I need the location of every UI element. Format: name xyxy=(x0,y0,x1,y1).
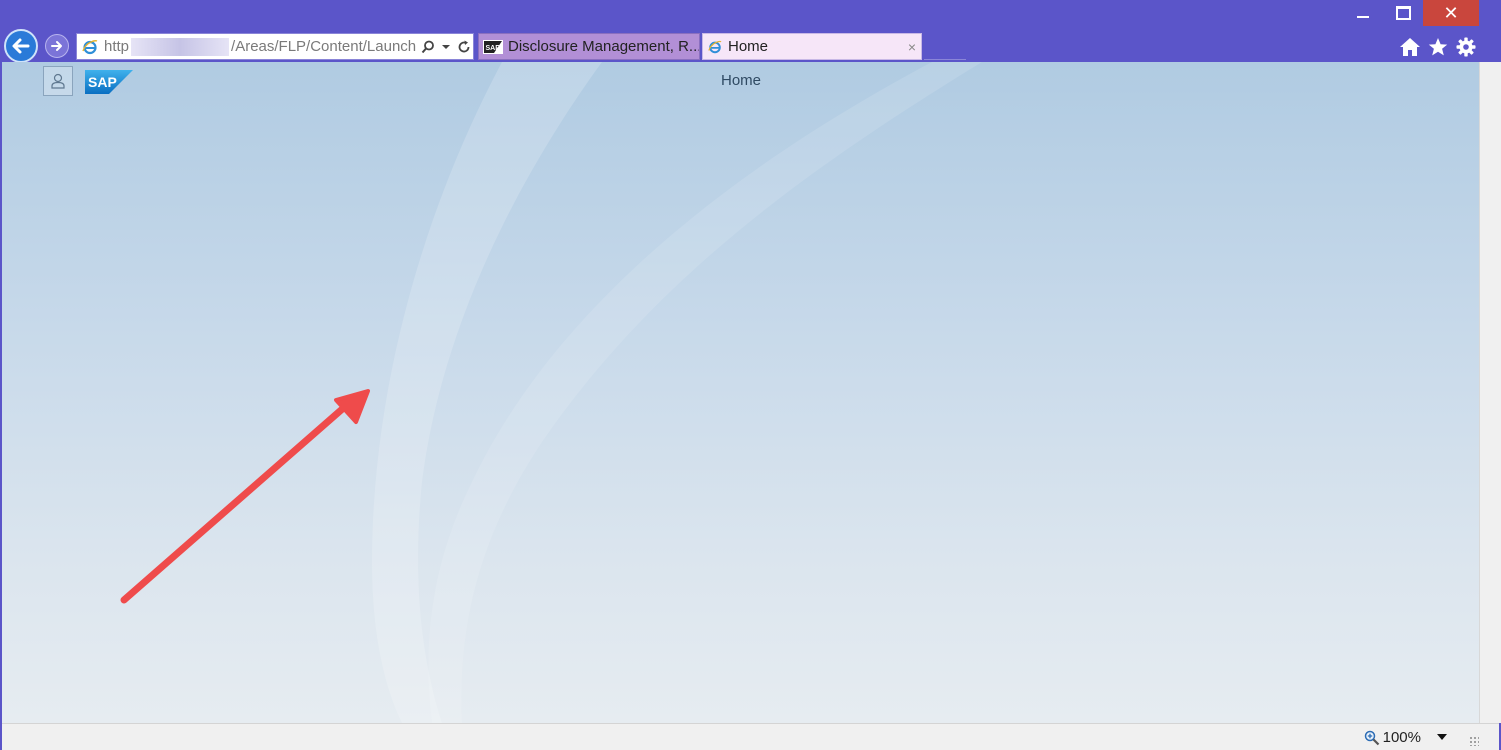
ie-icon xyxy=(82,39,98,54)
window-controls: ✕ xyxy=(1343,0,1479,26)
tab-disclosure-management[interactable]: SAP Disclosure Management, R... xyxy=(478,33,700,60)
scrollbar-track[interactable] xyxy=(1479,62,1501,723)
sap-logo-text: SAP xyxy=(88,74,117,90)
url-end: /Areas/FLP/Content/Launch xyxy=(231,38,417,55)
browser-toolbar xyxy=(1399,36,1477,58)
maximize-button[interactable] xyxy=(1383,0,1423,26)
zoom-control[interactable]: 100% xyxy=(1364,729,1421,746)
ie-favicon-icon xyxy=(708,40,722,53)
browser-chrome: ✕ http /Areas/FLP/Content/Launch SAP Dis… xyxy=(0,0,1501,63)
close-icon: ✕ xyxy=(1443,2,1459,23)
back-button[interactable] xyxy=(4,29,38,63)
arrow-left-icon xyxy=(12,38,30,54)
tab-label: Disclosure Management, R... xyxy=(508,38,699,55)
new-tab-button[interactable] xyxy=(924,33,966,60)
page-viewport: SAP Home xyxy=(2,62,1479,723)
refresh-icon[interactable] xyxy=(455,40,473,54)
arrow-right-icon xyxy=(51,41,62,51)
resize-grip[interactable] xyxy=(1469,736,1479,746)
tab-label: Home xyxy=(728,38,769,55)
close-window-button[interactable]: ✕ xyxy=(1423,0,1479,26)
url-redacted xyxy=(131,37,230,56)
url-start: http xyxy=(104,38,130,55)
address-bar[interactable]: http /Areas/FLP/Content/Launch xyxy=(76,33,474,60)
status-bar: 100% xyxy=(2,723,1499,750)
shell-header: SAP Home xyxy=(2,62,1479,98)
user-button[interactable] xyxy=(43,66,73,96)
gear-icon[interactable] xyxy=(1455,36,1477,58)
sap-favicon-icon: SAP xyxy=(483,39,503,54)
background-swoosh xyxy=(372,62,982,723)
page-title: Home xyxy=(720,72,761,89)
minimize-icon xyxy=(1357,16,1369,18)
zoom-icon xyxy=(1364,730,1379,745)
forward-button[interactable] xyxy=(45,34,69,58)
sap-logo: SAP xyxy=(85,70,133,94)
tab-close-icon[interactable]: × xyxy=(903,39,921,55)
home-icon[interactable] xyxy=(1399,36,1421,58)
zoom-level: 100% xyxy=(1382,729,1421,746)
maximize-icon xyxy=(1395,6,1411,20)
url-text: http /Areas/FLP/Content/Launch xyxy=(104,37,419,56)
svg-text:SAP: SAP xyxy=(486,45,501,52)
tab-home[interactable]: Home × xyxy=(702,33,922,60)
search-icon[interactable] xyxy=(419,40,437,54)
minimize-button[interactable] xyxy=(1343,0,1383,26)
star-icon[interactable] xyxy=(1427,36,1449,58)
dropdown-arrow-icon[interactable] xyxy=(437,43,455,51)
zoom-dropdown-icon[interactable] xyxy=(1437,733,1447,741)
user-icon xyxy=(51,73,65,89)
